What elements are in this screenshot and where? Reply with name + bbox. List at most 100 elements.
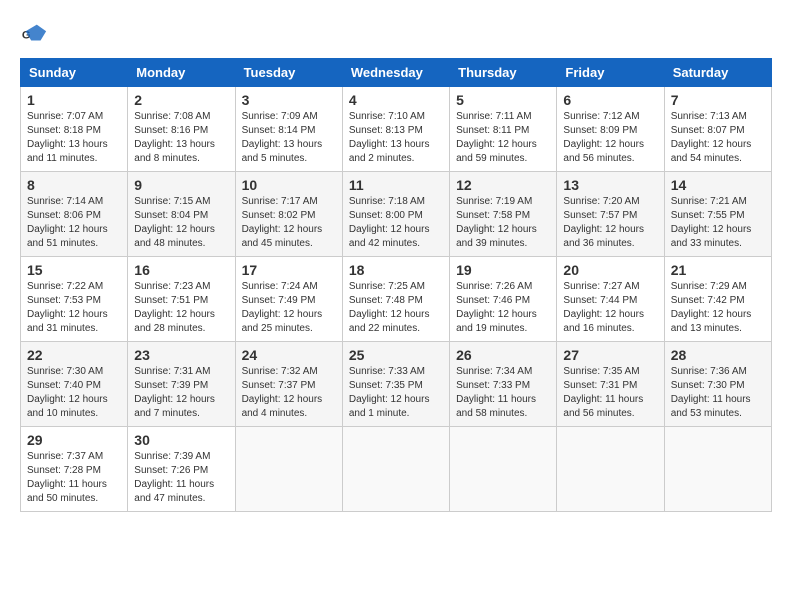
day-content: Sunrise: 7:30 AMSunset: 7:40 PMDaylight:…	[27, 365, 121, 421]
day-number: 27	[563, 347, 657, 363]
day-number: 17	[242, 262, 336, 278]
day-content: Sunrise: 7:11 AMSunset: 8:11 PMDaylight:…	[456, 110, 550, 166]
calendar-empty	[450, 427, 557, 512]
day-content: Sunrise: 7:17 AMSunset: 8:02 PMDaylight:…	[242, 195, 336, 251]
logo: G	[20, 20, 52, 48]
calendar-empty	[557, 427, 664, 512]
day-content: Sunrise: 7:22 AMSunset: 7:53 PMDaylight:…	[27, 280, 121, 336]
day-number: 2	[134, 92, 228, 108]
day-content: Sunrise: 7:20 AMSunset: 7:57 PMDaylight:…	[563, 195, 657, 251]
day-number: 8	[27, 177, 121, 193]
day-content: Sunrise: 7:35 AMSunset: 7:31 PMDaylight:…	[563, 365, 657, 421]
day-number: 1	[27, 92, 121, 108]
day-number: 4	[349, 92, 443, 108]
day-number: 20	[563, 262, 657, 278]
calendar-day-11: 11 Sunrise: 7:18 AMSunset: 8:00 PMDayligh…	[342, 172, 449, 257]
day-content: Sunrise: 7:33 AMSunset: 7:35 PMDaylight:…	[349, 365, 443, 421]
day-number: 30	[134, 432, 228, 448]
day-number: 24	[242, 347, 336, 363]
calendar-day-27: 27 Sunrise: 7:35 AMSunset: 7:31 PMDayligh…	[557, 342, 664, 427]
day-number: 19	[456, 262, 550, 278]
day-number: 12	[456, 177, 550, 193]
calendar-day-3: 3 Sunrise: 7:09 AMSunset: 8:14 PMDaylight…	[235, 87, 342, 172]
page-header: G	[20, 20, 772, 48]
day-content: Sunrise: 7:34 AMSunset: 7:33 PMDaylight:…	[456, 365, 550, 421]
day-content: Sunrise: 7:32 AMSunset: 7:37 PMDaylight:…	[242, 365, 336, 421]
day-content: Sunrise: 7:13 AMSunset: 8:07 PMDaylight:…	[671, 110, 765, 166]
calendar-day-13: 13 Sunrise: 7:20 AMSunset: 7:57 PMDayligh…	[557, 172, 664, 257]
day-content: Sunrise: 7:27 AMSunset: 7:44 PMDaylight:…	[563, 280, 657, 336]
calendar-day-15: 15 Sunrise: 7:22 AMSunset: 7:53 PMDayligh…	[21, 257, 128, 342]
calendar-table: SundayMondayTuesdayWednesdayThursdayFrid…	[20, 58, 772, 512]
weekday-header-wednesday: Wednesday	[342, 59, 449, 87]
day-number: 9	[134, 177, 228, 193]
logo-icon: G	[20, 20, 48, 48]
calendar-day-4: 4 Sunrise: 7:10 AMSunset: 8:13 PMDaylight…	[342, 87, 449, 172]
calendar-week-1: 1 Sunrise: 7:07 AMSunset: 8:18 PMDaylight…	[21, 87, 772, 172]
calendar-day-6: 6 Sunrise: 7:12 AMSunset: 8:09 PMDaylight…	[557, 87, 664, 172]
day-content: Sunrise: 7:24 AMSunset: 7:49 PMDaylight:…	[242, 280, 336, 336]
day-content: Sunrise: 7:36 AMSunset: 7:30 PMDaylight:…	[671, 365, 765, 421]
day-content: Sunrise: 7:10 AMSunset: 8:13 PMDaylight:…	[349, 110, 443, 166]
calendar-day-26: 26 Sunrise: 7:34 AMSunset: 7:33 PMDayligh…	[450, 342, 557, 427]
day-content: Sunrise: 7:14 AMSunset: 8:06 PMDaylight:…	[27, 195, 121, 251]
weekday-header-thursday: Thursday	[450, 59, 557, 87]
day-content: Sunrise: 7:23 AMSunset: 7:51 PMDaylight:…	[134, 280, 228, 336]
calendar-day-14: 14 Sunrise: 7:21 AMSunset: 7:55 PMDayligh…	[664, 172, 771, 257]
calendar-day-7: 7 Sunrise: 7:13 AMSunset: 8:07 PMDaylight…	[664, 87, 771, 172]
day-content: Sunrise: 7:07 AMSunset: 8:18 PMDaylight:…	[27, 110, 121, 166]
weekday-header-sunday: Sunday	[21, 59, 128, 87]
calendar-day-24: 24 Sunrise: 7:32 AMSunset: 7:37 PMDayligh…	[235, 342, 342, 427]
day-number: 14	[671, 177, 765, 193]
day-content: Sunrise: 7:37 AMSunset: 7:28 PMDaylight:…	[27, 450, 121, 506]
calendar-day-18: 18 Sunrise: 7:25 AMSunset: 7:48 PMDayligh…	[342, 257, 449, 342]
day-number: 11	[349, 177, 443, 193]
calendar-day-17: 17 Sunrise: 7:24 AMSunset: 7:49 PMDayligh…	[235, 257, 342, 342]
day-number: 13	[563, 177, 657, 193]
day-number: 23	[134, 347, 228, 363]
calendar-day-2: 2 Sunrise: 7:08 AMSunset: 8:16 PMDaylight…	[128, 87, 235, 172]
calendar-day-21: 21Sunrise: 7:29 AMSunset: 7:42 PMDayligh…	[664, 257, 771, 342]
day-content: Sunrise: 7:09 AMSunset: 8:14 PMDaylight:…	[242, 110, 336, 166]
calendar-day-22: 22Sunrise: 7:30 AMSunset: 7:40 PMDayligh…	[21, 342, 128, 427]
day-number: 18	[349, 262, 443, 278]
weekday-header-tuesday: Tuesday	[235, 59, 342, 87]
day-number: 28	[671, 347, 765, 363]
weekday-header-friday: Friday	[557, 59, 664, 87]
day-number: 15	[27, 262, 121, 278]
day-number: 16	[134, 262, 228, 278]
calendar-day-28: 28 Sunrise: 7:36 AMSunset: 7:30 PMDayligh…	[664, 342, 771, 427]
day-content: Sunrise: 7:39 AMSunset: 7:26 PMDaylight:…	[134, 450, 228, 506]
calendar-day-23: 23 Sunrise: 7:31 AMSunset: 7:39 PMDayligh…	[128, 342, 235, 427]
calendar-day-19: 19 Sunrise: 7:26 AMSunset: 7:46 PMDayligh…	[450, 257, 557, 342]
day-number: 7	[671, 92, 765, 108]
calendar-week-2: 8 Sunrise: 7:14 AMSunset: 8:06 PMDaylight…	[21, 172, 772, 257]
day-content: Sunrise: 7:18 AMSunset: 8:00 PMDaylight:…	[349, 195, 443, 251]
day-content: Sunrise: 7:08 AMSunset: 8:16 PMDaylight:…	[134, 110, 228, 166]
calendar-day-25: 25 Sunrise: 7:33 AMSunset: 7:35 PMDayligh…	[342, 342, 449, 427]
day-number: 21	[671, 262, 765, 278]
calendar-empty	[235, 427, 342, 512]
calendar-day-20: 20 Sunrise: 7:27 AMSunset: 7:44 PMDayligh…	[557, 257, 664, 342]
day-number: 29	[27, 432, 121, 448]
calendar-day-8: 8 Sunrise: 7:14 AMSunset: 8:06 PMDaylight…	[21, 172, 128, 257]
day-content: Sunrise: 7:26 AMSunset: 7:46 PMDaylight:…	[456, 280, 550, 336]
calendar-empty	[664, 427, 771, 512]
day-content: Sunrise: 7:21 AMSunset: 7:55 PMDaylight:…	[671, 195, 765, 251]
day-number: 3	[242, 92, 336, 108]
day-number: 25	[349, 347, 443, 363]
weekday-header-monday: Monday	[128, 59, 235, 87]
day-number: 10	[242, 177, 336, 193]
day-number: 26	[456, 347, 550, 363]
weekday-header-saturday: Saturday	[664, 59, 771, 87]
day-content: Sunrise: 7:31 AMSunset: 7:39 PMDaylight:…	[134, 365, 228, 421]
calendar-day-16: 16 Sunrise: 7:23 AMSunset: 7:51 PMDayligh…	[128, 257, 235, 342]
day-content: Sunrise: 7:12 AMSunset: 8:09 PMDaylight:…	[563, 110, 657, 166]
calendar-day-9: 9Sunrise: 7:15 AMSunset: 8:04 PMDaylight…	[128, 172, 235, 257]
day-content: Sunrise: 7:19 AMSunset: 7:58 PMDaylight:…	[456, 195, 550, 251]
day-content: Sunrise: 7:25 AMSunset: 7:48 PMDaylight:…	[349, 280, 443, 336]
day-number: 6	[563, 92, 657, 108]
calendar-empty	[342, 427, 449, 512]
calendar-day-5: 5Sunrise: 7:11 AMSunset: 8:11 PMDaylight…	[450, 87, 557, 172]
calendar-day-29: 29 Sunrise: 7:37 AMSunset: 7:28 PMDayligh…	[21, 427, 128, 512]
